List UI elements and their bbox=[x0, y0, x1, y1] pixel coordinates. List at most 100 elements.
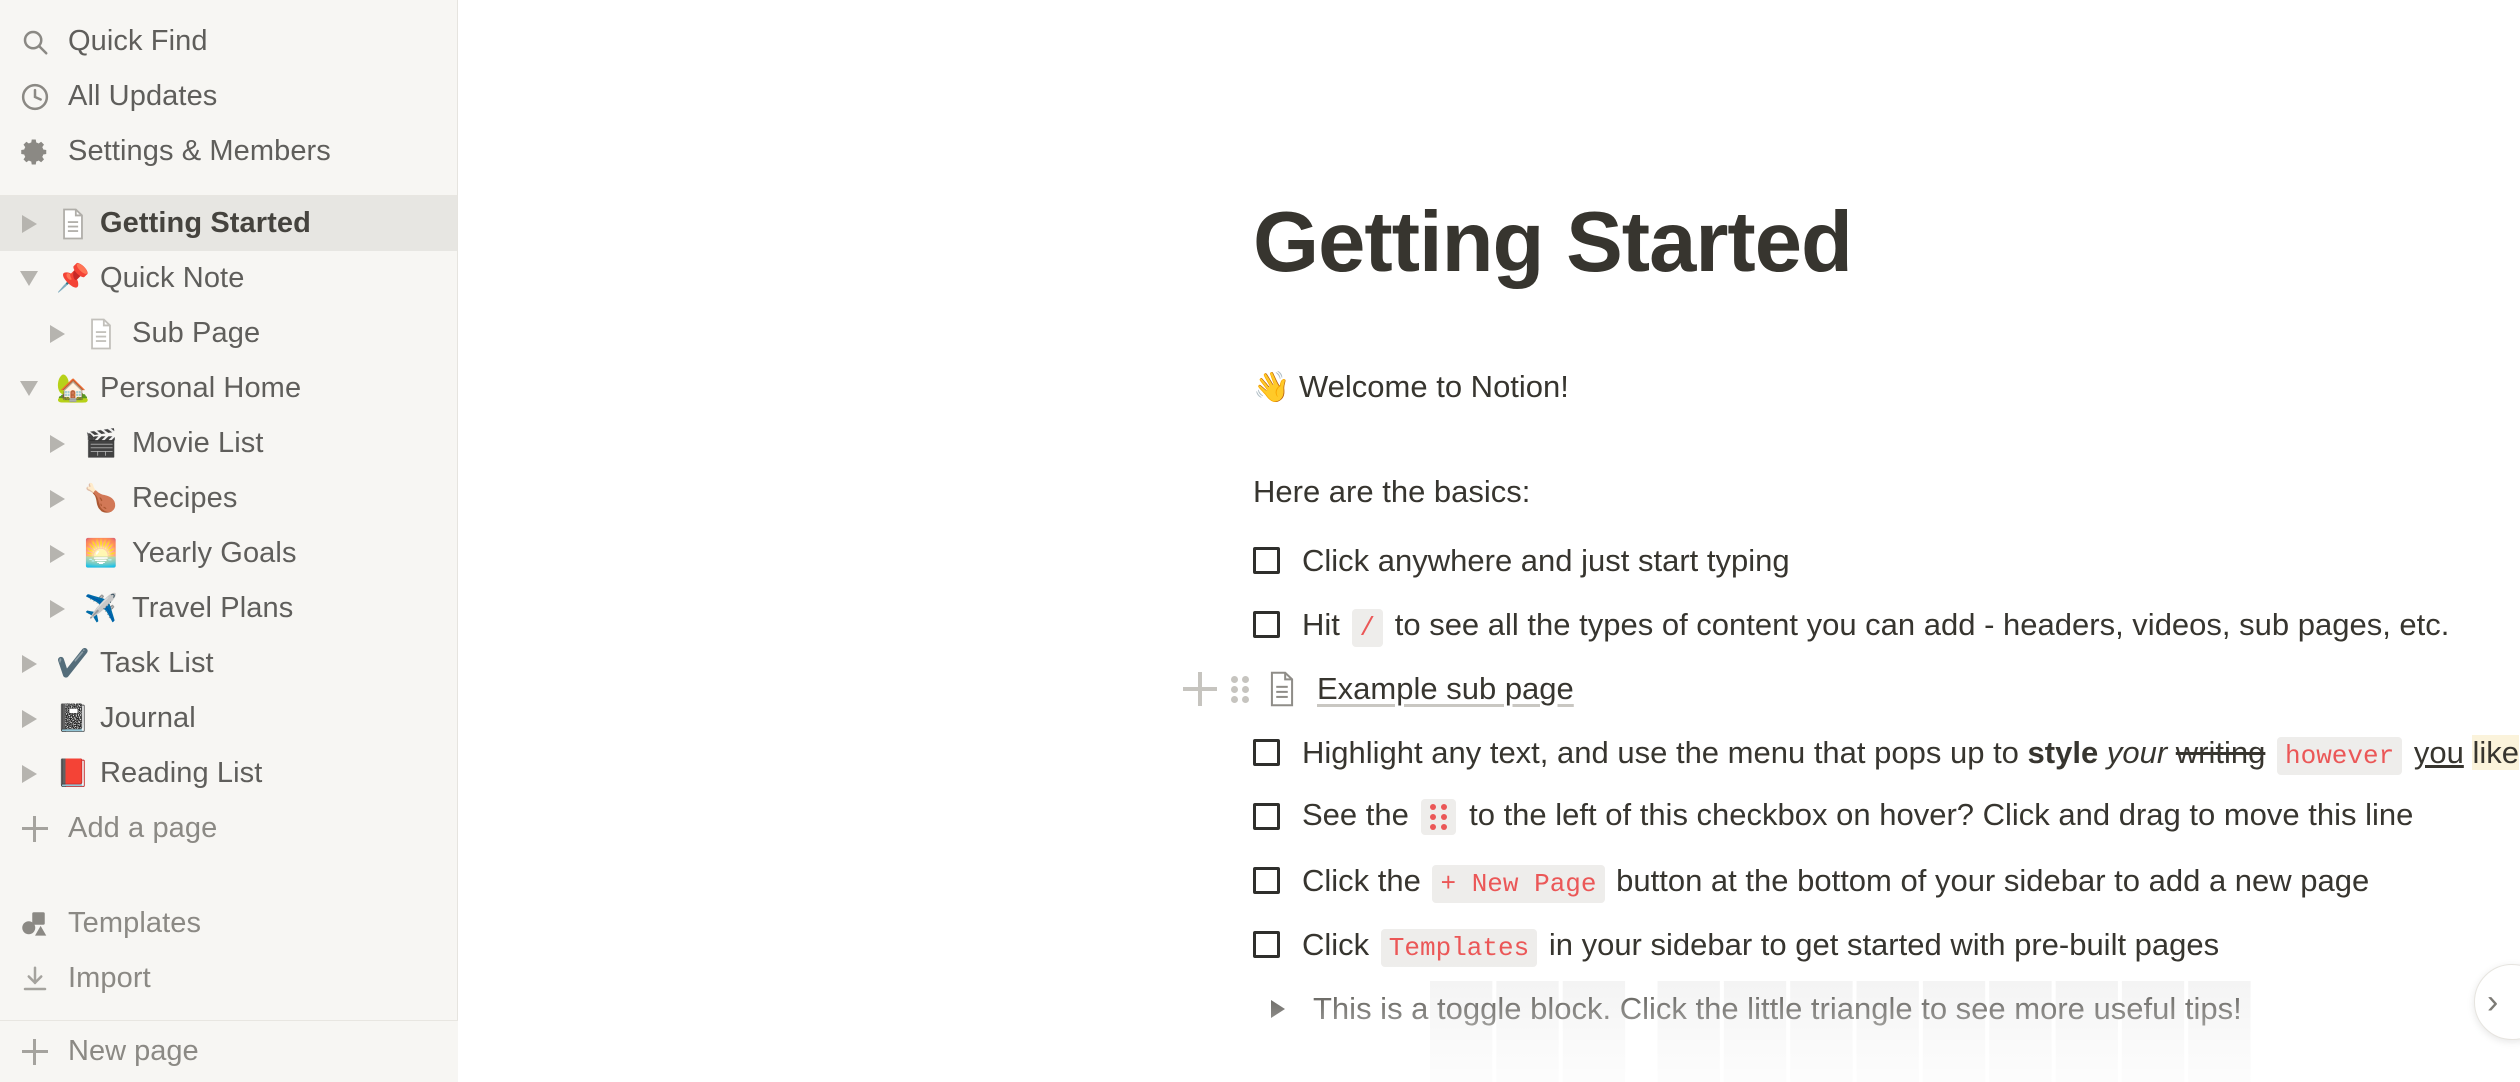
sidebar-add-a-page-label: Add a page bbox=[68, 812, 218, 844]
sidebar-page-label: Movie List bbox=[132, 427, 264, 459]
sidebar-pages-section: Getting Started 📌 Quick Note Sub Page 🏡 … bbox=[0, 196, 458, 1006]
sidebar-page-journal[interactable]: 📓 Journal bbox=[0, 691, 458, 746]
chevron-right-icon[interactable] bbox=[8, 654, 50, 673]
search-icon bbox=[8, 27, 62, 57]
todo-item-3[interactable]: Highlight any text, and use the menu tha… bbox=[1253, 721, 2520, 785]
document-icon bbox=[1267, 671, 1305, 707]
sidebar-item-label: Quick Find bbox=[68, 25, 208, 57]
airplane-emoji-icon: ✈️ bbox=[84, 593, 118, 623]
sidebar-page-label: Quick Note bbox=[100, 262, 245, 294]
templates-icon bbox=[8, 909, 62, 939]
todo-item-2[interactable]: Hit / to see all the types of content yo… bbox=[1253, 593, 2520, 657]
checkbox[interactable] bbox=[1253, 931, 1280, 959]
sidebar-page-label: Yearly Goals bbox=[132, 537, 297, 569]
welcome-paragraph[interactable]: 👋 Welcome to Notion! bbox=[1253, 365, 2520, 410]
sidebar-new-page-button[interactable]: New page bbox=[0, 1020, 458, 1082]
chevron-right-icon[interactable] bbox=[36, 544, 78, 563]
highlighted-text: like bbox=[2472, 734, 2519, 770]
chevron-right-icon[interactable] bbox=[36, 599, 78, 618]
todo-text: See the to the left of this checkbox on … bbox=[1302, 797, 2414, 835]
todo-item-4[interactable]: See the to the left of this checkbox on … bbox=[1253, 785, 2520, 849]
sidebar-item-all-updates[interactable]: All Updates bbox=[0, 69, 458, 124]
sidebar-page-sub-page[interactable]: Sub Page bbox=[0, 306, 458, 361]
chevron-right-icon[interactable] bbox=[36, 434, 78, 453]
sidebar-import-button[interactable]: Import bbox=[0, 951, 458, 1006]
toggle-block[interactable]: This is a toggle block. Click the little… bbox=[1271, 977, 2520, 1041]
welcome-text: Welcome to Notion! bbox=[1290, 369, 1569, 404]
todo-text: Click Templates in your sidebar to get s… bbox=[1302, 926, 2219, 967]
sidebar-page-movie-list[interactable]: 🎬 Movie List bbox=[0, 416, 458, 471]
sidebar-page-label: Recipes bbox=[132, 482, 238, 514]
clock-icon bbox=[8, 82, 62, 112]
notion-app-window: Quick Find All Updates Settings & Member… bbox=[0, 0, 2520, 1082]
sidebar-item-settings-members[interactable]: Settings & Members bbox=[0, 124, 458, 179]
todo-text-post: button at the bottom of your sidebar to … bbox=[1607, 862, 2370, 898]
sidebar-page-personal-home[interactable]: 🏡 Personal Home bbox=[0, 361, 458, 416]
todo-text-pre: Click the bbox=[1302, 862, 1430, 898]
chevron-right-icon[interactable] bbox=[1271, 999, 1285, 1018]
page-body: Getting Started 👋 Welcome to Notion! Her… bbox=[458, 0, 2520, 1041]
drag-handle-icon bbox=[1421, 798, 1457, 835]
chevron-right-icon[interactable] bbox=[36, 324, 78, 343]
checkbox[interactable] bbox=[1253, 803, 1280, 831]
sidebar-page-travel-plans[interactable]: ✈️ Travel Plans bbox=[0, 581, 458, 636]
inline-code-templates: Templates bbox=[1380, 928, 1538, 967]
todo-item-5[interactable]: Click the + New Page button at the botto… bbox=[1253, 849, 2520, 913]
chevron-down-icon[interactable] bbox=[8, 271, 50, 286]
checkbox[interactable] bbox=[1253, 867, 1280, 895]
pushpin-emoji-icon: 📌 bbox=[56, 263, 90, 293]
sidebar-page-recipes[interactable]: 🍗 Recipes bbox=[0, 471, 458, 526]
notebook-emoji-icon: 📓 bbox=[56, 703, 90, 733]
sidebar-utility-section: Quick Find All Updates Settings & Member… bbox=[0, 0, 458, 196]
sidebar-page-yearly-goals[interactable]: 🌅 Yearly Goals bbox=[0, 526, 458, 581]
todo-item-1[interactable]: Click anywhere and just start typing bbox=[1253, 529, 2520, 593]
sidebar-templates-button[interactable]: Templates bbox=[0, 896, 458, 951]
sidebar-page-reading-list[interactable]: 📕 Reading List bbox=[0, 746, 458, 801]
plus-icon bbox=[8, 815, 62, 842]
document-icon bbox=[78, 318, 124, 350]
todo-text-pre: See the bbox=[1302, 797, 1418, 833]
sidebar-page-label: Journal bbox=[100, 702, 196, 734]
inline-code-slash: / bbox=[1351, 608, 1384, 647]
poultry-leg-emoji-icon: 🍗 bbox=[84, 483, 118, 513]
checkbox[interactable] bbox=[1253, 739, 1280, 767]
todo-text-pre: Click bbox=[1302, 926, 1378, 962]
sidebar-page-label: Personal Home bbox=[100, 372, 302, 404]
todo-text-post: to see all the types of content you can … bbox=[1386, 606, 2450, 642]
sidebar-page-task-list[interactable]: ✔️ Task List bbox=[0, 636, 458, 691]
subpage-block[interactable]: Example sub page bbox=[1183, 657, 2520, 721]
page-title[interactable]: Getting Started bbox=[1253, 200, 2520, 285]
sidebar-new-page-label: New page bbox=[68, 1035, 199, 1067]
strikethrough-text: writing bbox=[2175, 734, 2266, 770]
sidebar-page-quick-note[interactable]: 📌 Quick Note bbox=[0, 251, 458, 306]
clapper-board-emoji-icon: 🎬 bbox=[84, 428, 118, 458]
subpage-link-label[interactable]: Example sub page bbox=[1317, 671, 1574, 707]
sidebar-item-quick-find[interactable]: Quick Find bbox=[0, 14, 458, 69]
inline-code-new-page: + New Page bbox=[1432, 864, 1605, 903]
check-mark-emoji-icon: ✔️ bbox=[56, 648, 90, 678]
spacer-text bbox=[2405, 735, 2414, 770]
sidebar-page-label: Task List bbox=[100, 647, 214, 679]
chevron-right-icon: › bbox=[2487, 983, 2499, 1021]
chevron-down-icon[interactable] bbox=[8, 381, 50, 396]
sunrise-emoji-icon: 🌅 bbox=[84, 538, 118, 568]
chevron-right-icon[interactable] bbox=[36, 489, 78, 508]
drag-handle-icon[interactable] bbox=[1225, 675, 1253, 703]
basics-heading[interactable]: Here are the basics: bbox=[1253, 470, 2520, 515]
checkbox[interactable] bbox=[1253, 547, 1280, 575]
todo-text: Click the + New Page button at the botto… bbox=[1302, 862, 2370, 903]
sidebar-item-label: Settings & Members bbox=[68, 135, 331, 167]
chevron-right-icon[interactable] bbox=[8, 214, 50, 233]
todo-item-6[interactable]: Click Templates in your sidebar to get s… bbox=[1253, 913, 2520, 977]
todo-text-post: to the left of this checkbox on hover? C… bbox=[1460, 797, 2414, 833]
waving-hand-emoji-icon: 👋 bbox=[1253, 371, 1291, 404]
sidebar-page-getting-started[interactable]: Getting Started bbox=[0, 196, 458, 251]
todo-text-pre: Hit bbox=[1302, 606, 1349, 642]
chevron-right-icon[interactable] bbox=[8, 709, 50, 728]
sidebar-add-a-page-button[interactable]: Add a page bbox=[0, 801, 458, 856]
checkbox[interactable] bbox=[1253, 611, 1280, 639]
toggle-text: This is a toggle block. Click the little… bbox=[1313, 991, 2242, 1027]
chevron-right-icon[interactable] bbox=[8, 764, 50, 783]
todo-text: Click anywhere and just start typing bbox=[1302, 543, 1790, 579]
add-block-icon[interactable] bbox=[1183, 671, 1217, 706]
